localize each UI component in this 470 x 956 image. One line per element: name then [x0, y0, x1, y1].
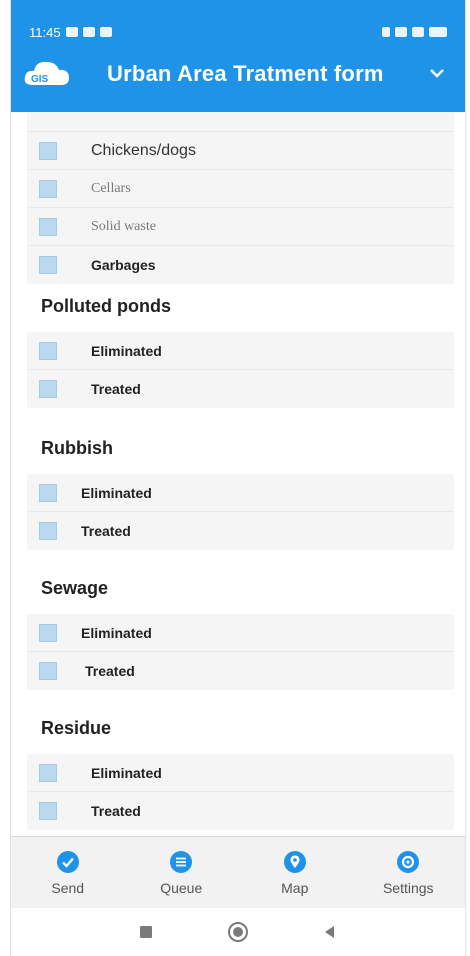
- checkbox[interactable]: [39, 141, 57, 160]
- wifi-icon: [412, 27, 424, 37]
- checkbox-label: Eliminated: [81, 484, 152, 501]
- list-item[interactable]: Chickens/dogs: [27, 132, 454, 170]
- list-item[interactable]: Eliminated: [27, 332, 454, 370]
- nav-settings-label: Settings: [382, 879, 434, 896]
- list-item[interactable]: Solid waste: [27, 208, 454, 246]
- signal-icon: [395, 27, 407, 37]
- checkbox-label: Treated: [81, 523, 131, 539]
- checkbox-group-polluted-ponds: Eliminated Treated: [27, 332, 454, 408]
- nav-queue[interactable]: Queue: [131, 850, 231, 896]
- checkbox-label: Eliminated: [81, 624, 152, 641]
- map-pin-icon: [283, 850, 306, 873]
- nav-send-label: Send: [51, 879, 85, 896]
- section-title: Polluted ponds: [41, 296, 171, 316]
- list-item[interactable]: Treated: [27, 370, 454, 408]
- checkbox[interactable]: [39, 256, 57, 274]
- chevron-down-icon: [430, 69, 444, 78]
- checkbox[interactable]: [39, 763, 57, 782]
- checkbox-label: Treated: [91, 381, 141, 397]
- bottom-navigation: Send Queue Map Settings: [11, 836, 465, 908]
- nav-send[interactable]: Send: [18, 850, 118, 896]
- checkbox[interactable]: [39, 802, 57, 820]
- checkbox[interactable]: [39, 217, 57, 236]
- checkbox[interactable]: [39, 623, 57, 642]
- status-bar: 11:45: [29, 22, 447, 42]
- nav-settings[interactable]: Settings: [358, 850, 458, 896]
- checkbox-group-waste: Chickens/dogs Cellars Solid waste Garbag…: [27, 112, 454, 284]
- checkbox-group-rubbish: Eliminated Treated: [27, 474, 454, 550]
- video-icon: [99, 27, 112, 37]
- checkbox[interactable]: [39, 662, 57, 680]
- list-item[interactable]: Eliminated: [27, 754, 454, 792]
- nav-queue-label: Queue: [160, 879, 203, 896]
- app-bar: 11:45 GIS Urban Area Tratment form: [11, 0, 465, 112]
- list-item[interactable]: Cellars: [27, 170, 454, 208]
- checkbox[interactable]: [39, 483, 57, 502]
- list-item[interactable]: Treated: [27, 652, 454, 690]
- checkbox-label: Cellars: [91, 180, 131, 196]
- checkbox-label: Chickens/dogs: [91, 141, 196, 159]
- nav-map-label: Map: [281, 879, 309, 896]
- bluetooth-icon: [382, 27, 390, 37]
- checkbox[interactable]: [39, 179, 57, 198]
- form-content[interactable]: Chickens/dogs Cellars Solid waste Garbag…: [11, 112, 465, 836]
- checkbox-label: Solid waste: [91, 218, 156, 234]
- settings-circle-icon: [397, 850, 420, 873]
- checkbox-group-sewage: Eliminated Treated: [27, 614, 454, 690]
- system-navigation-bar: [11, 908, 465, 956]
- checkbox[interactable]: [39, 341, 57, 360]
- recent-apps-icon[interactable]: [138, 924, 154, 940]
- notification-icon: [65, 27, 78, 37]
- section-title: Residue: [41, 718, 112, 738]
- page-title: Urban Area Tratment form: [107, 61, 384, 86]
- list-item[interactable]: Treated: [27, 512, 454, 550]
- checkbox-label: Garbages: [91, 257, 156, 273]
- list-item[interactable]: Treated: [27, 792, 454, 830]
- phone-screen: 11:45 GIS Urban Area Tratment form Chick…: [10, 0, 466, 956]
- checkbox[interactable]: [39, 380, 57, 398]
- checkbox-label: Eliminated: [91, 342, 162, 359]
- list-circle-icon: [170, 850, 193, 873]
- battery-icon: [429, 27, 447, 37]
- svg-text:GIS: GIS: [31, 74, 49, 85]
- checkbox[interactable]: [39, 522, 57, 540]
- checkbox-group-residue: Eliminated Treated: [27, 754, 454, 830]
- list-item[interactable]: Garbages: [27, 246, 454, 284]
- section-title: Rubbish: [41, 438, 113, 458]
- checkbox-label: Treated: [85, 663, 135, 679]
- section-title: Sewage: [41, 578, 109, 598]
- form-selector-dropdown[interactable]: [417, 57, 457, 89]
- back-icon[interactable]: [322, 924, 338, 940]
- checkbox-label: Eliminated: [91, 764, 162, 781]
- list-item[interactable]: Eliminated: [27, 474, 454, 512]
- title-bar: GIS Urban Area Tratment form: [11, 52, 465, 96]
- list-item[interactable]: Eliminated: [27, 614, 454, 652]
- status-time: 11:45: [29, 24, 61, 40]
- gis-cloud-logo-icon: GIS: [24, 61, 69, 85]
- list-item: [27, 112, 454, 132]
- home-icon[interactable]: [227, 921, 249, 943]
- message-icon: [82, 27, 95, 37]
- nav-map[interactable]: Map: [245, 850, 345, 896]
- check-circle-icon: [56, 850, 79, 873]
- checkbox-label: Treated: [91, 803, 141, 819]
